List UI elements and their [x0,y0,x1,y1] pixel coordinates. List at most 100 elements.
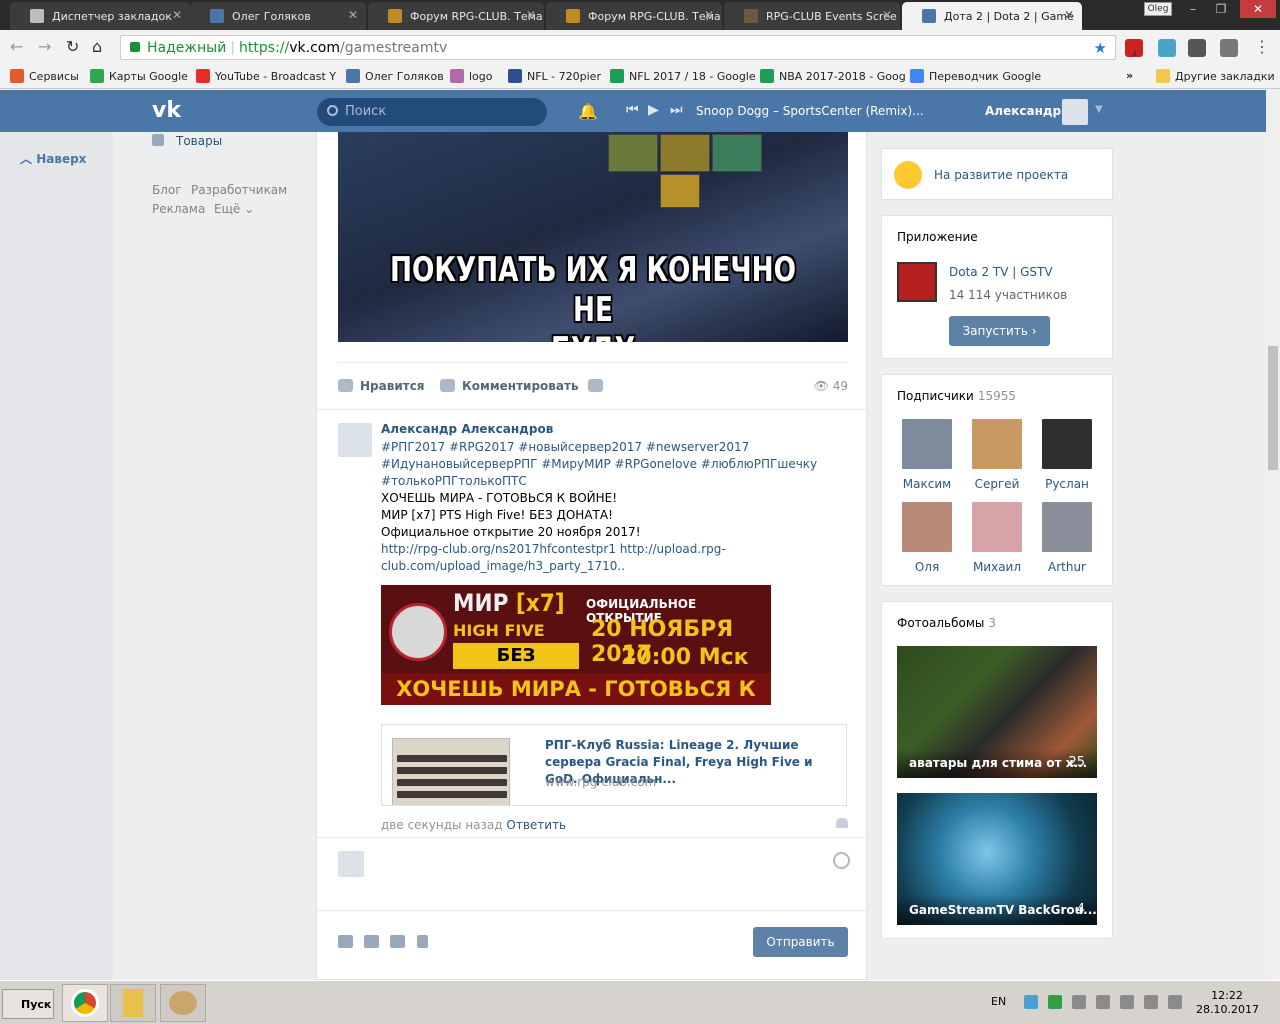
tab-vk-active[interactable]: Дота 2 | Dota 2 | Game ✕ [902,2,1082,30]
start-button[interactable]: Пуск [2,989,54,1019]
shield-icon[interactable] [1072,995,1086,1009]
tab-forum-1[interactable]: Форум RPG-CLUB. Тема ✕ [368,2,544,30]
address-bar[interactable]: Надежный | https://vk.com/gamestreamtv ★ [120,35,1116,60]
footer-developers[interactable]: Разработчикам [191,183,287,197]
reload-icon[interactable]: ↻ [66,37,79,56]
album-backgrounds[interactable]: GameStreamTV BackGrou... 4 [897,793,1097,925]
extension-icon[interactable] [1188,39,1206,57]
forward-icon[interactable]: → [38,37,51,56]
banner-image[interactable]: МИР [x7] HIGH FIVE БЕЗ ДОНАТА ОФИЦИАЛЬНО… [381,585,771,705]
bookmark-nfl-sheet[interactable]: NFL 2017 / 18 - Google [610,69,756,83]
footer-more[interactable]: Ещё ⌄ [214,202,254,216]
hashtags[interactable]: #РПГ2017 #RPG2017 #новыйсервер2017 #news… [381,439,821,456]
heart-icon[interactable] [836,818,848,828]
scroll-to-top[interactable]: ︿ Наверх [0,132,113,980]
bookmark-translate[interactable]: Переводчик Google [910,69,1041,83]
comment-author[interactable]: Александр Александров [381,422,553,436]
hashtags[interactable]: #ИдунановыйсерверРПГ #МируМИР #RPGonelov… [381,456,821,473]
display-icon[interactable] [1144,995,1158,1009]
music-icon[interactable] [390,935,405,948]
torrent-icon[interactable] [1048,995,1062,1009]
share-button[interactable] [588,379,610,393]
avatar[interactable] [338,423,372,457]
bookmark-youtube[interactable]: YouTube - Broadcast Y [196,69,336,83]
back-icon[interactable]: ← [10,37,23,56]
video-icon[interactable] [364,935,379,948]
album-avatars[interactable]: аватары для стима от х... 25 [897,646,1097,778]
close-window-icon[interactable]: ✕ [1240,0,1276,18]
launch-button[interactable]: Запустить › [949,316,1050,346]
home-icon[interactable]: ⌂ [92,37,102,56]
bookmark-other[interactable]: Другие закладки [1156,69,1275,83]
device-icon[interactable] [1096,995,1110,1009]
bell-icon[interactable]: 🔔 [578,102,598,121]
extension-icon[interactable] [1220,39,1238,57]
flag-icon[interactable] [1168,995,1182,1009]
maximize-icon[interactable]: ❐ [1208,0,1234,18]
tab-oleg[interactable]: Олег Голяков ✕ [190,2,366,30]
paint-taskbar-icon[interactable] [160,984,206,1022]
user-name[interactable]: Александр [985,104,1061,118]
bookmark-services[interactable]: Сервисы [10,69,79,83]
reply-composer[interactable] [317,837,868,910]
comment-button[interactable]: Комментировать [440,379,579,393]
subscriber-arthur[interactable]: Arthur [1035,502,1099,574]
previous-track-icon[interactable]: ⏮ [626,102,639,118]
tab-bookmark-manager[interactable]: Диспетчер закладок ✕ [10,2,190,30]
scrollbar-thumb[interactable] [1268,346,1278,470]
vk-logo[interactable]: vk [152,100,184,122]
close-icon[interactable]: ✕ [882,8,892,22]
bookmark-star-icon[interactable]: ★ [1094,39,1107,57]
send-button[interactable]: Отправить [753,927,848,957]
app-name[interactable]: Dota 2 TV | GSTV [949,265,1053,279]
footer-blog[interactable]: Блог [152,183,182,197]
close-icon[interactable]: ✕ [704,8,714,22]
close-icon[interactable]: ✕ [172,8,182,22]
avatar[interactable] [1062,99,1088,125]
subscriber-mikhail[interactable]: Михаил [965,502,1029,574]
bookmark-nba-sheet[interactable]: NBA 2017-2018 - Goog [760,69,906,83]
dota2-logo[interactable] [897,262,937,302]
comment-link[interactable]: http://rpg-club.org/ns2017hfcontestpr1 h… [381,541,821,558]
reply-link[interactable]: Ответить [506,818,566,832]
play-icon[interactable]: ▶ [648,102,659,118]
post-image[interactable]: ПОКУПАТЬ ИХ Я КОНЕЧНО НЕ БУДУ [338,132,848,342]
page-scrollbar[interactable] [1266,90,1280,980]
language-indicator[interactable]: EN [991,995,1006,1008]
profile-badge[interactable]: Oleg [1144,2,1172,16]
close-icon[interactable]: ✕ [348,8,358,22]
explorer-taskbar-icon[interactable] [110,984,156,1022]
smiley-icon[interactable] [833,852,850,869]
bookmarks-more[interactable]: » [1126,69,1133,82]
subscriber-ruslan[interactable]: Руслан [1035,419,1099,491]
like-button[interactable]: Нравится [338,379,425,393]
tab-forum-2[interactable]: Форум RPG-CLUB. Тема ✕ [546,2,722,30]
close-icon[interactable]: ✕ [1064,8,1074,22]
chrome-taskbar-icon[interactable] [62,984,108,1022]
tab-events[interactable]: RPG-CLUB Events Scree ✕ [724,2,900,30]
hashtags[interactable]: #толькоРПГтолькоПТС [381,473,821,490]
document-icon[interactable] [417,935,428,948]
cloud-icon[interactable] [1024,995,1038,1009]
minimize-icon[interactable]: – [1180,0,1206,18]
subscribers-title[interactable]: Подписчики 15955 [897,389,1016,403]
footer-ads[interactable]: Реклама [152,202,205,216]
next-track-icon[interactable]: ⏭ [670,102,683,118]
system-clock[interactable]: 12:22 28.10.2017 [1196,989,1259,1017]
subscriber-sergey[interactable]: Сергей [965,419,1029,491]
volume-icon[interactable] [1120,995,1134,1009]
extension-icon[interactable] [1158,39,1176,57]
bookmark-nfl-720[interactable]: NFL - 720pier [508,69,601,83]
close-icon[interactable]: ✕ [526,8,536,22]
donate-card[interactable]: На развитие проекта [881,148,1113,200]
bookmark-oleg[interactable]: Олег Голяков [346,69,444,83]
albums-title[interactable]: Фотоальбомы 3 [897,616,996,630]
comment-link[interactable]: club.com/upload_image/h3_party_1710.. [381,558,821,575]
subscriber-maxim[interactable]: Максим [895,419,959,491]
search-input[interactable]: Поиск [317,98,547,126]
subscriber-olya[interactable]: Оля [895,502,959,574]
menu-item-goods[interactable]: Товары [152,134,222,148]
bookmark-maps[interactable]: Карты Google [90,69,188,83]
camera-icon[interactable] [338,935,353,948]
menu-icon[interactable]: ⋮ [1254,37,1270,56]
